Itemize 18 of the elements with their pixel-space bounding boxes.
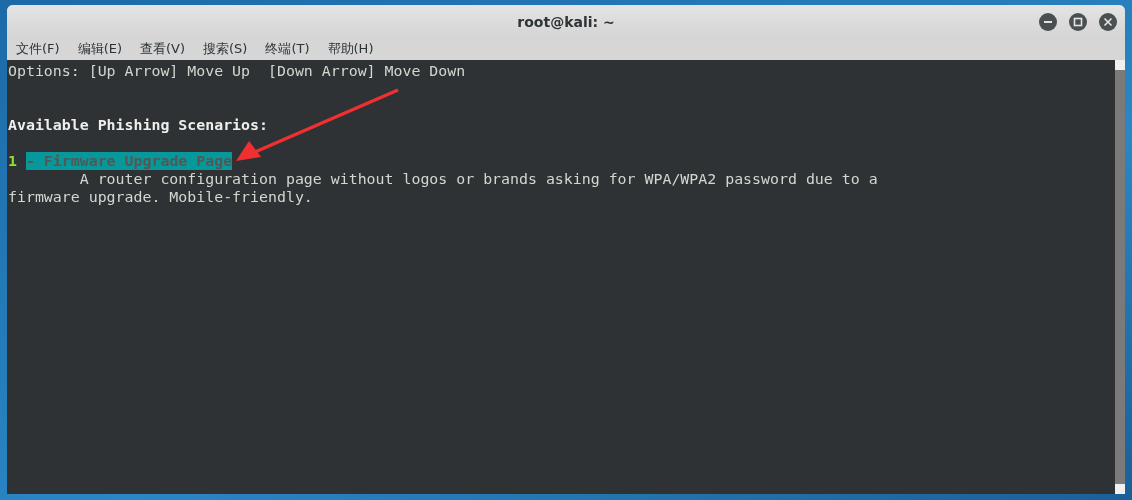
close-button[interactable] (1099, 13, 1117, 31)
window-title: root@kali: ~ (517, 12, 615, 32)
scenario-number: 1 (8, 152, 17, 170)
close-icon (1103, 17, 1113, 27)
scrollbar[interactable] (1115, 60, 1125, 494)
menu-item[interactable]: 文件(F) (14, 39, 68, 60)
minimize-button[interactable] (1039, 13, 1057, 31)
maximize-button[interactable] (1069, 13, 1087, 31)
menu-item[interactable]: 查看(V) (138, 39, 194, 60)
description-text: A router configuration page without logos or brands asking for WPA/WPA2 password due to a (78, 170, 878, 188)
description-text: firmware upgrade. Mobile-friendly. (8, 188, 313, 206)
menu-item[interactable]: 帮助(H) (325, 39, 382, 60)
maximize-icon (1073, 17, 1083, 27)
options-line: Options: [Up Arrow] Move Up [Down Arrow] Move Down (8, 62, 466, 80)
section-heading: Available Phishing Scenarios: (8, 116, 268, 134)
menu-item[interactable]: 编辑(E) (75, 39, 130, 60)
menu-item[interactable]: 终端(T) (263, 39, 318, 60)
menu-item[interactable]: 搜索(S) (201, 39, 256, 60)
